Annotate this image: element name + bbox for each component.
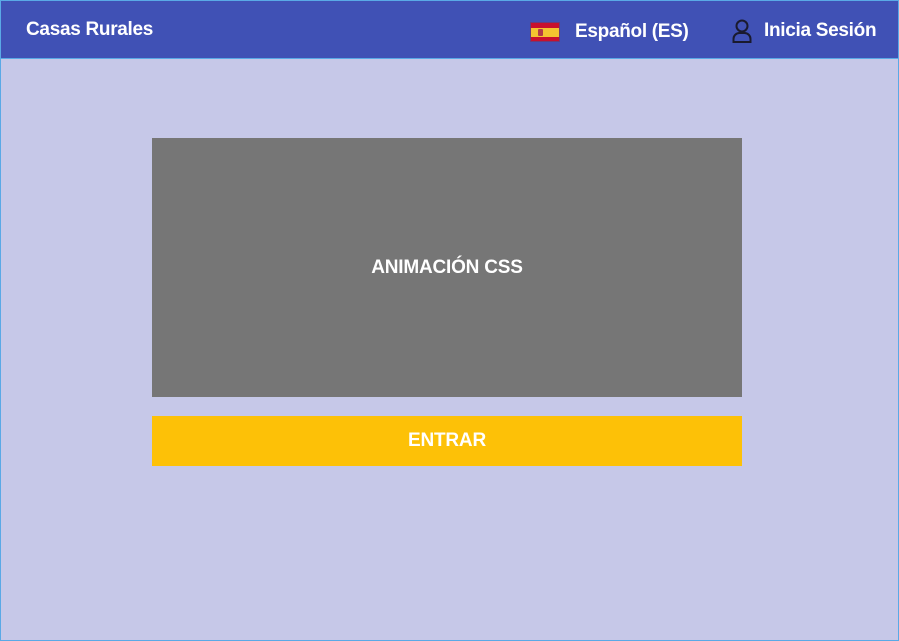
login-link[interactable]: Inicia Sesión [732,19,877,43]
app-window: Casas Rurales Español (ES) Inicia Sesión… [0,0,899,641]
animation-label: ANIMACIÓN CSS [371,256,523,278]
enter-button[interactable]: ENTRAR [152,416,742,466]
user-icon [732,19,752,43]
language-selector[interactable]: Español (ES) [530,21,689,43]
language-label: Español (ES) [575,21,689,42]
brand-link[interactable]: Casas Rurales [26,19,153,41]
top-navbar: Casas Rurales Español (ES) Inicia Sesión [1,1,898,59]
login-label: Inicia Sesión [764,20,877,41]
animation-panel: ANIMACIÓN CSS [152,138,742,397]
spain-flag-icon [530,22,560,42]
